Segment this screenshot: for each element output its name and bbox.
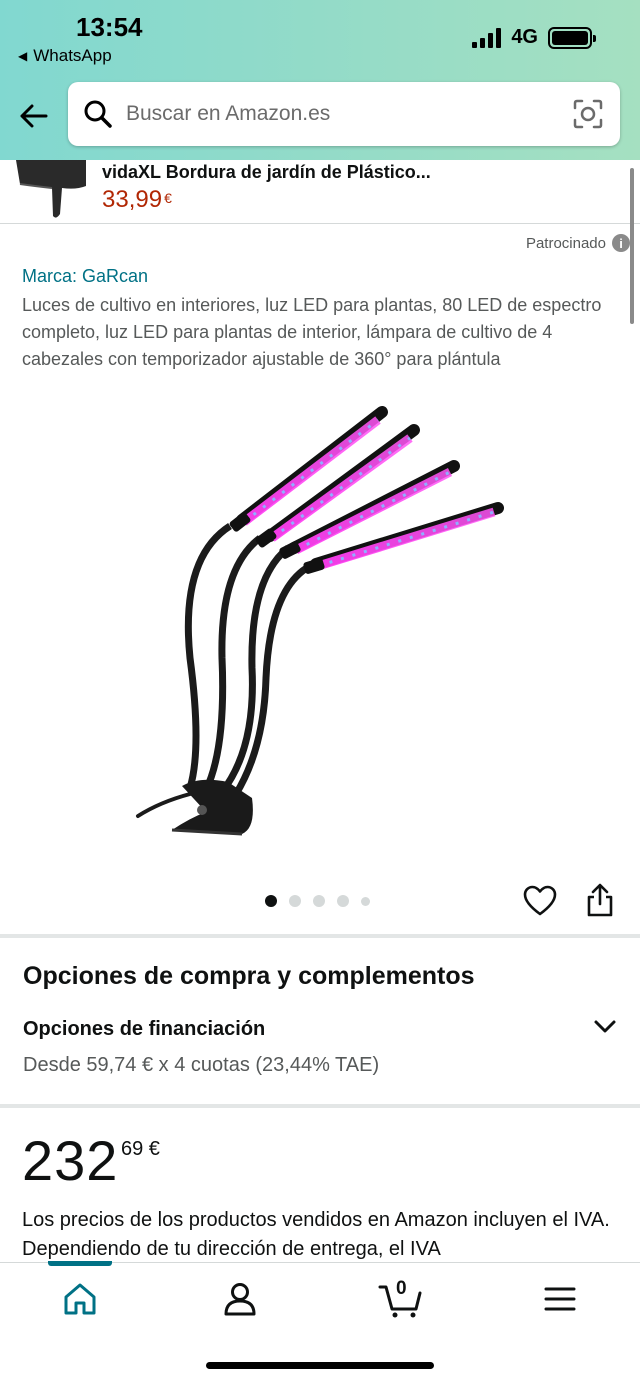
chevron-down-icon[interactable] (592, 1014, 618, 1040)
search-bar[interactable] (68, 82, 620, 146)
home-icon[interactable] (60, 1279, 100, 1319)
battery-icon (548, 26, 596, 49)
back-app-label: WhatsApp (33, 46, 112, 65)
signal-icon (472, 27, 502, 48)
network-type: 4G (511, 26, 538, 48)
active-tab-indicator (48, 1261, 112, 1266)
sponsored-product-strip[interactable]: vidaXL Bordura de jardín de Plástico... … (0, 160, 640, 224)
purchase-options-heading: Opciones de compra y complementos (23, 962, 475, 990)
financing-options-detail: Desde 59,74 € x 4 cuotas (23,44% TAE) (23, 1054, 380, 1076)
carousel-dot[interactable] (337, 895, 349, 907)
product-image[interactable] (110, 398, 530, 846)
price-fraction: 69 € (121, 1138, 160, 1160)
carousel-dot[interactable] (289, 895, 301, 907)
sponsored-text: Patrocinado (525, 234, 606, 252)
wishlist-heart-icon[interactable] (523, 884, 557, 918)
menu-icon[interactable] (540, 1279, 580, 1319)
brand-link[interactable]: Marca: GaRcan (22, 266, 148, 287)
camera-search-icon[interactable] (572, 98, 604, 130)
info-icon[interactable]: i (612, 234, 630, 252)
financing-options-title[interactable]: Opciones de financiación (23, 1018, 265, 1041)
strip-product-price: 33,99 € (102, 186, 172, 214)
carousel-dot[interactable] (313, 895, 325, 907)
home-indicator[interactable] (206, 1362, 434, 1369)
strip-price-value: 33,99 (102, 186, 163, 213)
share-icon[interactable] (584, 882, 616, 918)
section-divider (0, 1104, 640, 1108)
price-tax-note: Los precios de los productos vendidos en… (22, 1209, 610, 1260)
cart-count: 0 (396, 1278, 407, 1299)
search-icon (84, 100, 112, 128)
search-input[interactable] (126, 102, 556, 126)
carousel-dot[interactable] (265, 895, 277, 907)
status-time: 13:54 (76, 12, 143, 42)
back-to-app-link[interactable]: ◀ WhatsApp (18, 46, 112, 66)
image-carousel-dots[interactable] (265, 895, 370, 907)
carousel-dot[interactable] (361, 896, 370, 906)
product-title: Luces de cultivo en interiores, luz LED … (22, 295, 602, 369)
back-arrow-icon[interactable] (16, 98, 52, 134)
section-divider (0, 934, 640, 938)
app-header: 13:54 ◀ WhatsApp 4G (0, 0, 640, 160)
back-triangle-icon: ◀ (18, 49, 28, 63)
sponsored-label[interactable]: Patrocinado i (526, 234, 630, 252)
account-icon[interactable] (220, 1279, 260, 1319)
scrollbar[interactable] (630, 168, 634, 324)
price-whole: 232 (22, 1129, 119, 1192)
strip-product-thumbnail (16, 160, 86, 218)
strip-price-currency: € (164, 190, 172, 206)
status-icons: 4G (472, 26, 596, 49)
strip-product-title: vidaXL Bordura de jardín de Plástico... (102, 162, 431, 182)
